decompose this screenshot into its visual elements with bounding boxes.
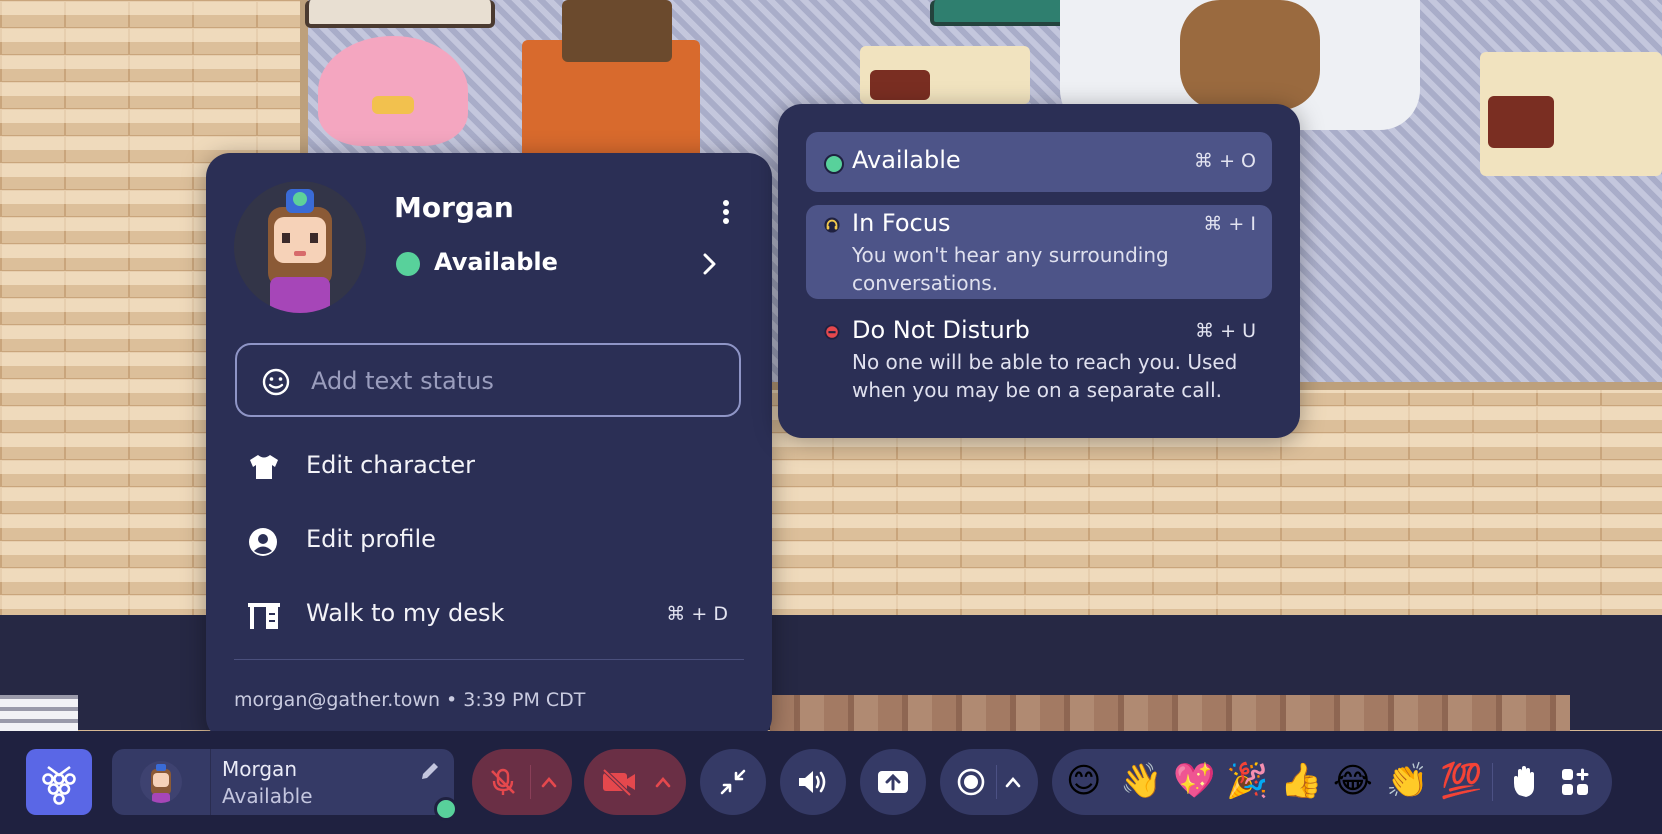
map-object-grey [0,695,78,731]
chevron-up-icon[interactable] [1004,775,1022,789]
status-option-in-focus[interactable]: In Focus ⌘ + I You won't hear any surrou… [806,205,1272,299]
reaction-clap[interactable]: 👏 [1386,761,1428,801]
reaction-smile[interactable]: 😊 [1066,761,1101,801]
status-option-label: Available [852,146,961,174]
gather-logo-button[interactable] [26,749,92,815]
reaction-heart[interactable]: 💖 [1173,761,1215,801]
microphone-toggle[interactable] [472,749,572,815]
camera-toggle[interactable] [584,749,686,815]
user-circle-icon [249,528,277,556]
user-card[interactable]: Morgan Available [112,749,458,821]
more-options-icon[interactable] [716,197,736,227]
profile-name: Morgan [394,191,514,224]
record-icon [957,768,985,796]
reaction-wave[interactable]: 👋 [1120,761,1162,801]
grapes-icon [42,765,76,805]
status-option-available[interactable]: Available ⌘ + O [806,132,1272,192]
divider [530,765,531,799]
edit-character-item[interactable]: Edit character [234,439,744,495]
profile-popup: Morgan Available Edit character Edit pro… [206,153,772,741]
avatar [234,181,366,313]
collapse-arrows-icon [720,769,746,795]
edit-profile-label: Edit profile [306,525,436,553]
avatar [140,761,182,803]
status-selector[interactable]: Available [390,243,730,283]
character-head [562,0,672,62]
chevron-up-icon[interactable] [540,775,558,789]
cow-spot [870,70,930,100]
user-status: Available [222,784,313,808]
record-button[interactable] [940,749,1038,815]
divider [1492,763,1493,801]
status-option-shortcut: ⌘ + I [1203,213,1256,235]
status-option-label: Do Not Disturb [852,316,1030,344]
avatar-character-icon [268,189,332,313]
pencil-icon[interactable] [418,759,442,783]
cow-right-spot [1488,96,1554,148]
profile-footer: morgan@gather.town • 3:39 PM CDT [234,689,586,711]
status-dot-icon [824,154,844,174]
lotus-plant [318,36,468,146]
minus-circle-icon [824,324,840,340]
divider [996,765,997,799]
status-option-description: No one will be able to reach you. Used w… [852,350,1238,402]
bottom-toolbar: Morgan Available 😊 👋 💖 🎉 👍 😂 👏 💯 [0,731,1662,834]
status-menu: Available ⌘ + O In Focus ⌘ + I You won't… [778,104,1300,438]
shirt-icon [250,455,278,479]
lotus-center [372,96,414,114]
raise-hand-icon[interactable] [1510,765,1542,799]
smiley-icon [262,368,290,396]
minimize-button[interactable] [700,749,766,815]
apps-grid-icon[interactable] [1560,767,1590,797]
desk-top [305,0,495,28]
status-dot-icon [434,797,458,821]
reaction-thumbs-up[interactable]: 👍 [1280,761,1322,801]
wood-floor-band [770,695,1570,731]
walk-to-desk-item[interactable]: Walk to my desk ⌘ + D [234,587,744,643]
walk-to-desk-shortcut: ⌘ + D [666,603,728,625]
reaction-laugh[interactable]: 😂 [1333,761,1373,801]
speaker-icon [799,771,826,793]
headphones-icon [824,217,840,233]
reaction-party[interactable]: 🎉 [1226,761,1268,801]
status-option-shortcut: ⌘ + O [1194,150,1256,172]
status-option-label: In Focus [852,209,951,237]
desk-icon [248,603,280,629]
text-status-input[interactable] [309,359,713,403]
chevron-up-icon[interactable] [654,775,672,789]
divider [234,659,744,660]
divider [210,749,211,815]
speaker-button[interactable] [780,749,846,815]
edit-profile-item[interactable]: Edit profile [234,513,744,569]
status-option-do-not-disturb[interactable]: Do Not Disturb ⌘ + U No one will be able… [806,310,1272,410]
status-option-description: You won't hear any surrounding conversat… [852,243,1169,295]
screen-share-button[interactable] [860,749,926,815]
status-option-shortcut: ⌘ + U [1195,320,1256,342]
reaction-bar: 😊 👋 💖 🎉 👍 😂 👏 💯 [1052,749,1612,815]
character-brown-hair [1180,0,1320,110]
chevron-right-icon [703,253,716,275]
reaction-100[interactable]: 💯 [1440,761,1482,801]
mic-off-icon [491,768,515,795]
text-status-field[interactable] [235,343,741,417]
screen-share-icon [878,771,908,793]
edit-character-label: Edit character [306,451,476,479]
user-name: Morgan [222,757,297,781]
current-status-label: Available [434,248,558,276]
status-dot-icon [396,252,420,276]
camera-off-icon [602,768,635,796]
walk-to-desk-label: Walk to my desk [306,599,505,627]
